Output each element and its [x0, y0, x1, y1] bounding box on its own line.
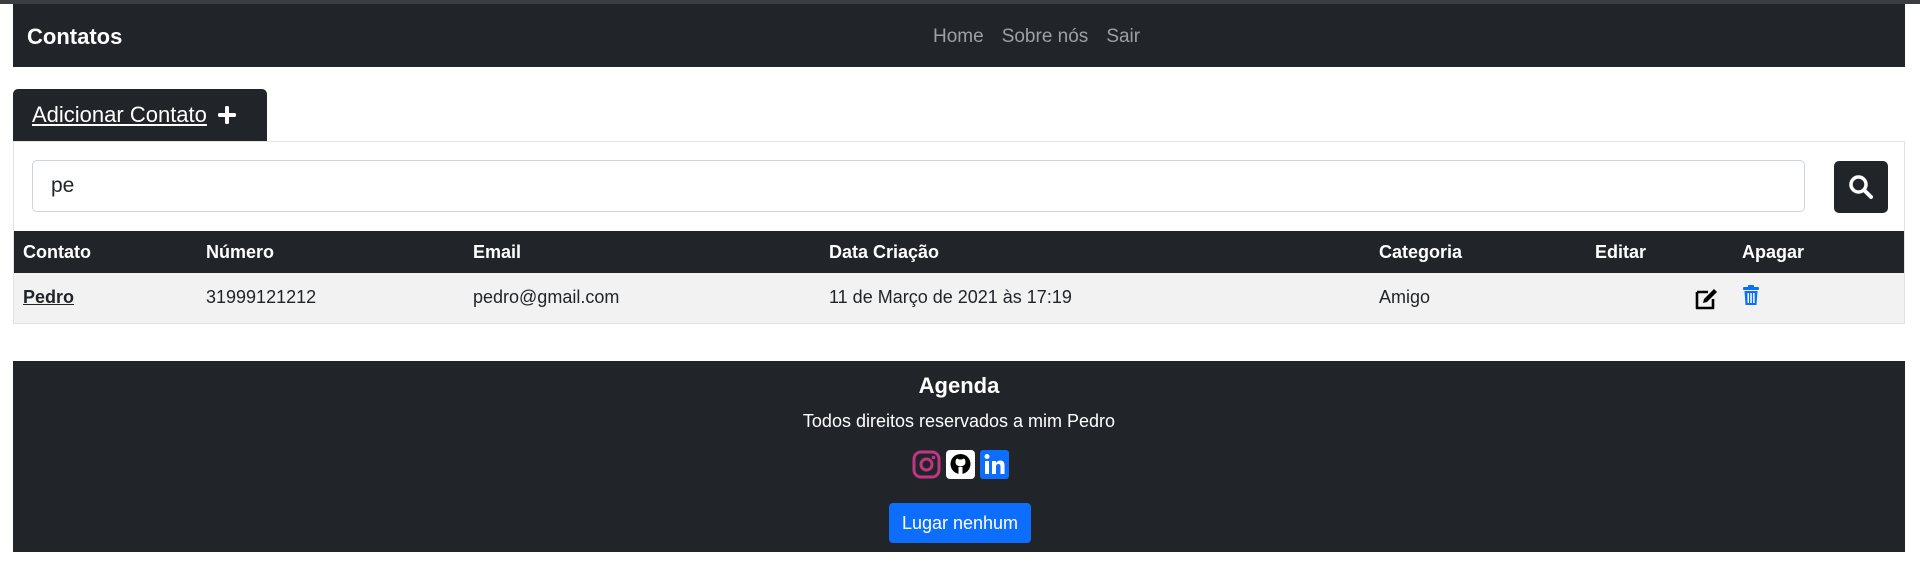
header-categoria: Categoria — [1379, 242, 1463, 262]
footer: Agenda Todos direitos reservados a mim P… — [13, 361, 1905, 552]
search-button[interactable] — [1834, 161, 1888, 213]
footer-button[interactable]: Lugar nenhum — [889, 503, 1031, 543]
header-numero: Número — [206, 242, 275, 262]
nav-link-about[interactable]: Sobre nós — [1002, 26, 1089, 48]
contact-category: Amigo — [1379, 287, 1431, 307]
edit-icon[interactable] — [1694, 287, 1720, 311]
linkedin-icon[interactable] — [980, 450, 1009, 479]
add-contact-label: Adicionar Contato — [32, 102, 207, 127]
search-icon — [1849, 175, 1873, 199]
contacts-panel: Contato Número Email Data Criação Catego… — [13, 141, 1905, 324]
social-links — [912, 450, 1009, 479]
header-data-criacao: Data Criação — [829, 242, 940, 262]
navbar-brand[interactable]: Contatos — [27, 24, 122, 50]
nav-link-home[interactable]: Home — [933, 26, 984, 48]
contact-number: 31999121212 — [206, 287, 317, 307]
table-header: Contato Número Email Data Criação Catego… — [14, 231, 1904, 273]
plus-icon — [217, 106, 236, 124]
footer-copyright: Todos direitos reservados a mim Pedro — [802, 411, 1116, 431]
github-icon[interactable] — [946, 450, 975, 479]
header-editar: Editar — [1595, 242, 1647, 262]
contact-name-link[interactable]: Pedro — [23, 287, 74, 308]
header-apagar: Apagar — [1742, 242, 1805, 262]
add-contact-button[interactable]: Adicionar Contato — [13, 89, 267, 141]
contact-email: pedro@gmail.com — [473, 287, 620, 307]
nav-links: Home Sobre nós Sair — [933, 26, 1140, 48]
footer-title: Agenda — [918, 373, 1000, 398]
navbar: Contatos Home Sobre nós Sair — [13, 4, 1905, 67]
trash-icon[interactable] — [1742, 285, 1760, 305]
search-input[interactable] — [32, 160, 1805, 212]
nav-link-logout[interactable]: Sair — [1106, 26, 1140, 48]
contact-created-date: 11 de Março de 2021 às 17:19 — [829, 287, 1072, 307]
instagram-icon[interactable] — [912, 450, 941, 479]
table-row: Pedro 31999121212 pedro@gmail.com 11 de … — [14, 273, 1904, 324]
header-email: Email — [473, 242, 522, 262]
header-contato: Contato — [23, 242, 91, 262]
